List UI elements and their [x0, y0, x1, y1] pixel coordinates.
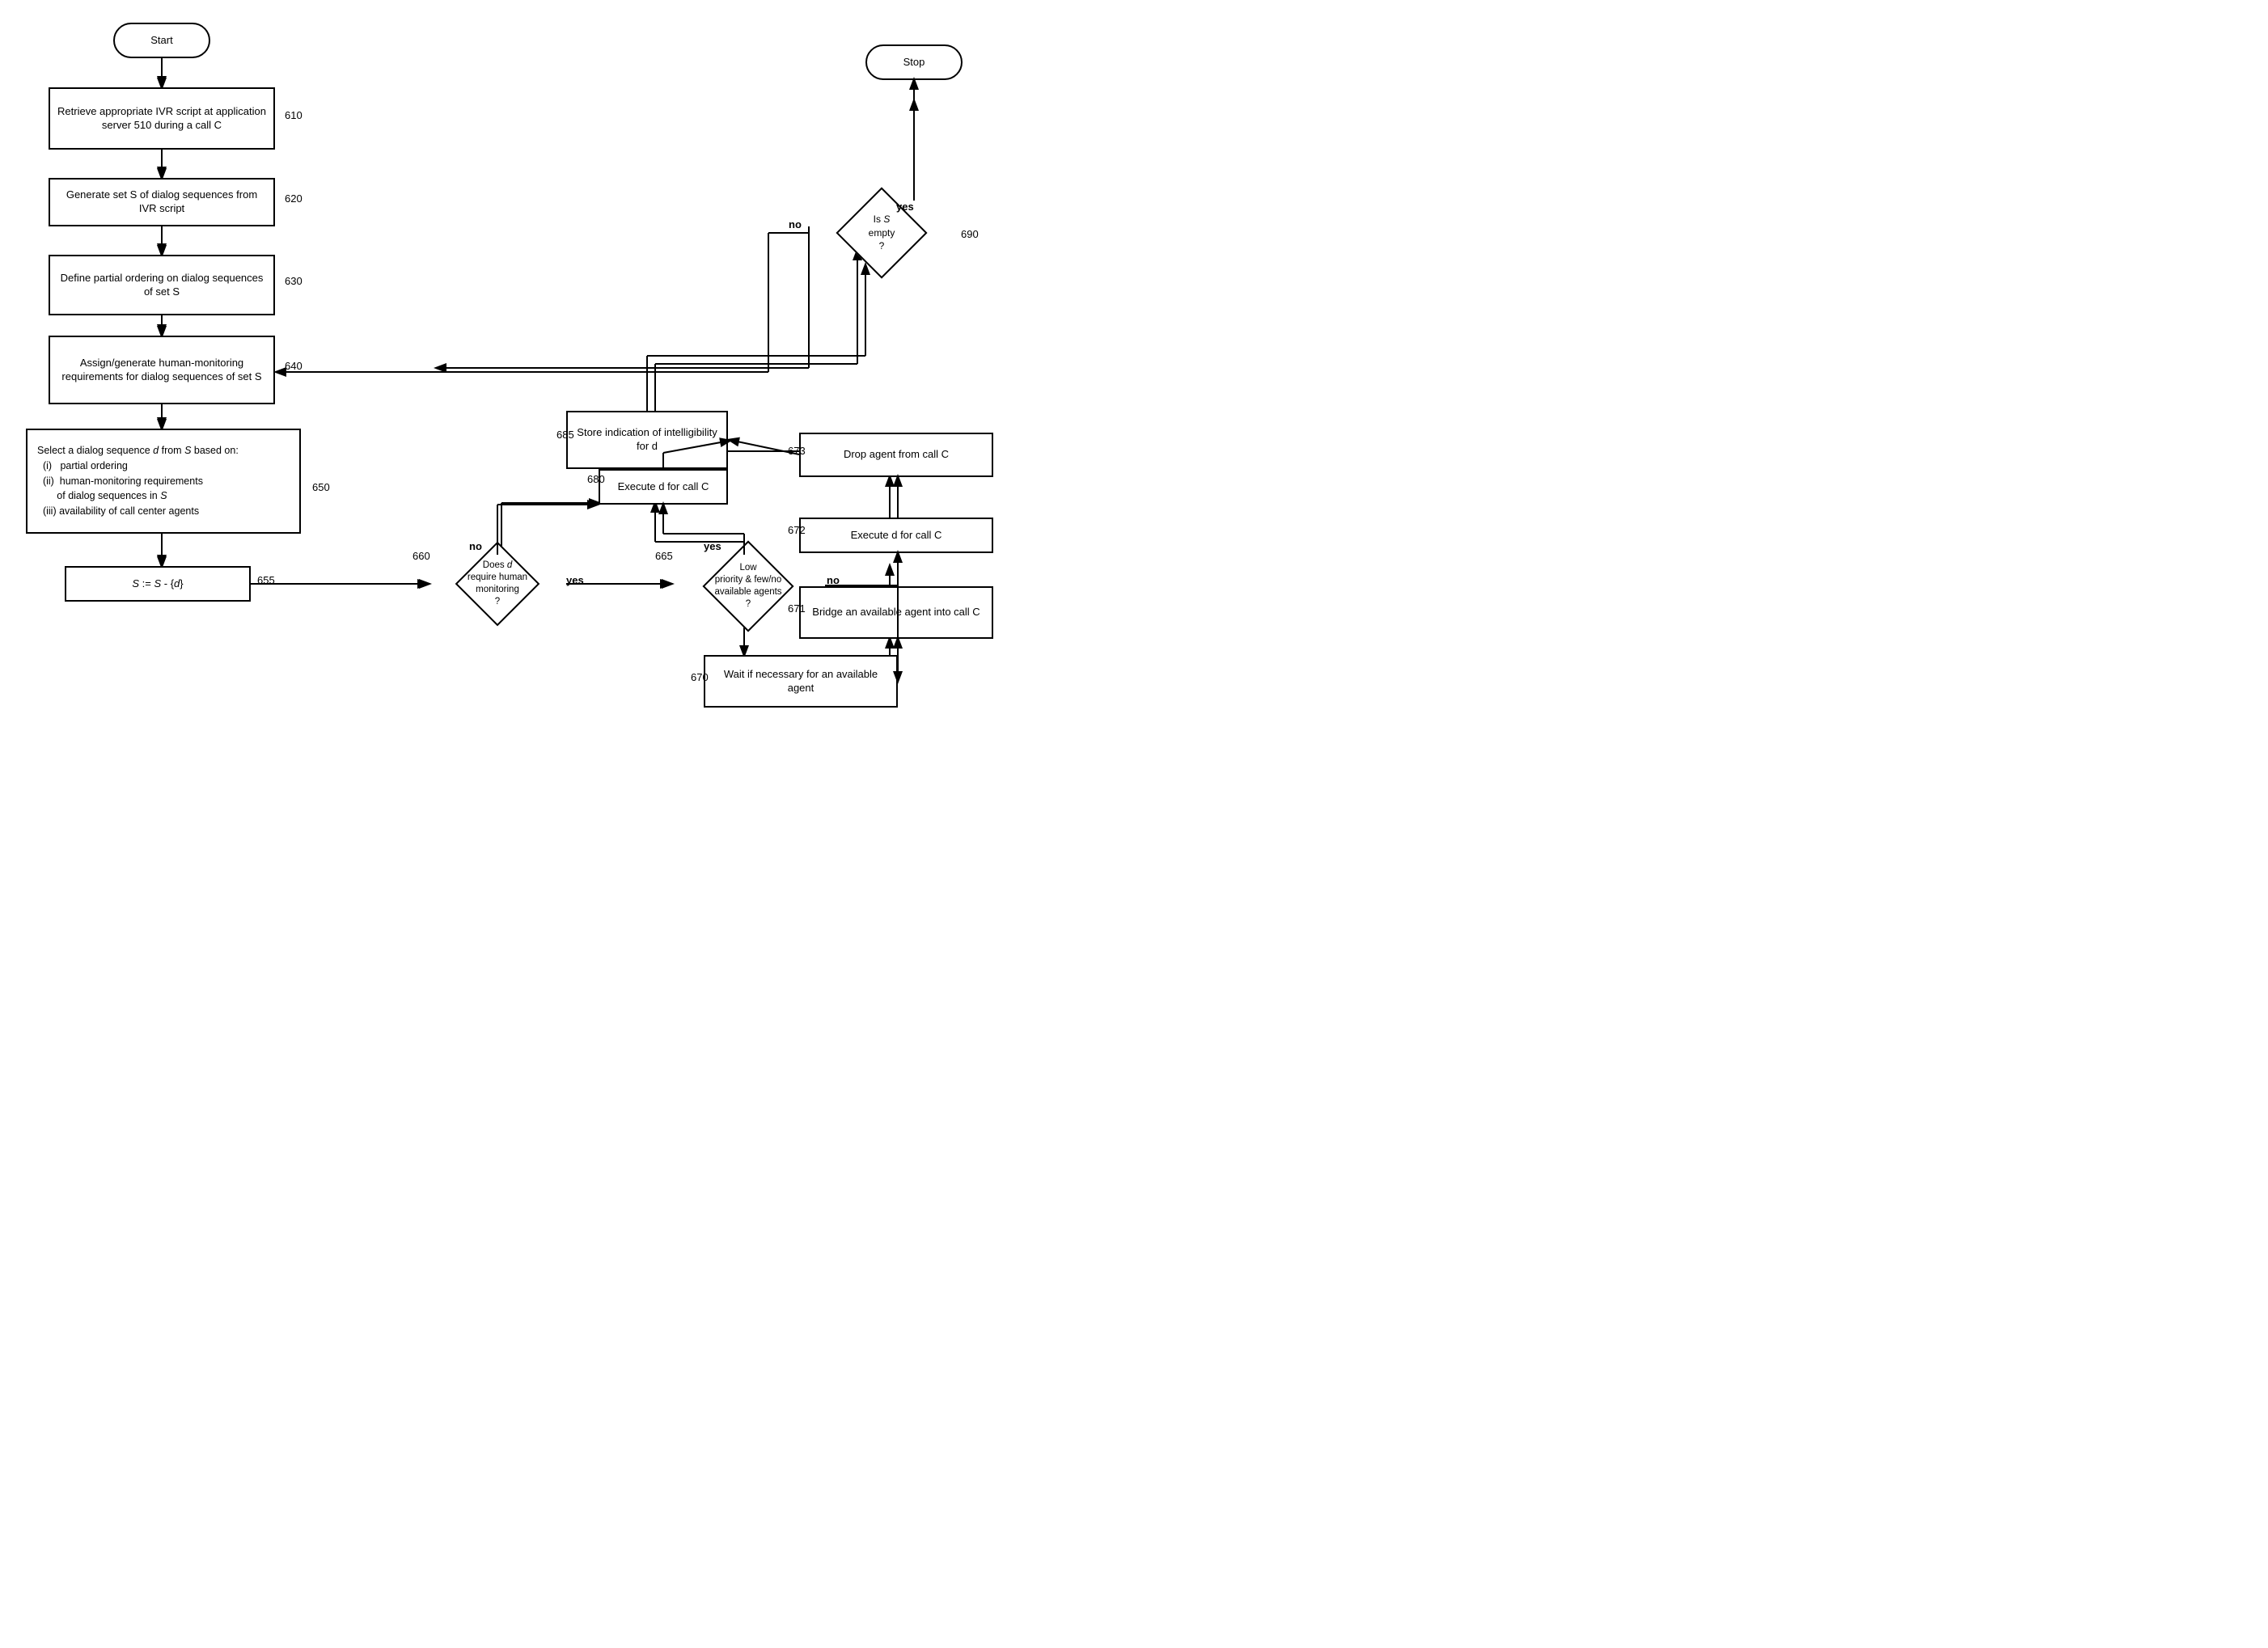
- label-650-ii: (ii) human-monitoring requirements: [37, 475, 203, 487]
- node-655: S := S - {d}: [65, 566, 251, 602]
- node-640: Assign/generate human-monitoring require…: [49, 336, 275, 404]
- label-620: Generate set S of dialog sequences from …: [50, 185, 273, 219]
- start-label: Start: [144, 31, 179, 51]
- label-680: Execute d for call C: [611, 477, 716, 497]
- ref-680: 680: [587, 473, 605, 485]
- label-660-yes: yes: [566, 574, 584, 586]
- ref-650: 650: [312, 481, 330, 493]
- label-670: Wait if necessary for an available agent: [705, 665, 896, 699]
- ref-690: 690: [961, 228, 979, 240]
- label-655: S := S - {d}: [125, 574, 189, 594]
- node-630: Define partial ordering on dialog sequen…: [49, 255, 275, 315]
- ref-673: 673: [788, 445, 806, 457]
- label-665-yes: yes: [704, 540, 721, 552]
- label-665-no: no: [827, 574, 840, 586]
- ref-630: 630: [285, 275, 303, 287]
- label-671: Bridge an available agent into call C: [806, 602, 986, 623]
- node-673: Drop agent from call C: [799, 433, 993, 477]
- label-650-main: Select a dialog sequence d from S based …: [37, 445, 239, 456]
- ref-620: 620: [285, 192, 303, 205]
- node-650: Select a dialog sequence d from S based …: [26, 429, 301, 534]
- ref-670: 670: [691, 671, 709, 683]
- node-670: Wait if necessary for an available agent: [704, 655, 898, 708]
- label-660: Does drequire humanmonitoring?: [468, 560, 527, 606]
- label-610: Retrieve appropriate IVR script at appli…: [50, 102, 273, 136]
- label-672: Execute d for call C: [844, 526, 949, 546]
- node-620: Generate set S of dialog sequences from …: [49, 178, 275, 226]
- label-660-no: no: [469, 540, 482, 552]
- label-690: Is Sempty?: [869, 213, 895, 252]
- ref-685: 685: [556, 429, 574, 441]
- label-673: Drop agent from call C: [837, 445, 955, 465]
- node-672: Execute d for call C: [799, 518, 993, 553]
- ref-672: 672: [788, 524, 806, 536]
- node-610: Retrieve appropriate IVR script at appli…: [49, 87, 275, 150]
- label-690-no: no: [789, 218, 802, 230]
- label-690-yes: yes: [896, 201, 914, 213]
- ref-640: 640: [285, 360, 303, 372]
- ref-660: 660: [413, 550, 430, 562]
- label-640: Assign/generate human-monitoring require…: [50, 353, 273, 387]
- start-node: Start: [113, 23, 210, 58]
- label-650-ii2: of dialog sequences in S: [37, 490, 167, 501]
- ref-610: 610: [285, 109, 303, 121]
- label-665: Lowpriority & few/noavailable agents?: [714, 563, 781, 609]
- label-650-i: (i) partial ordering: [37, 460, 128, 471]
- ref-665: 665: [655, 550, 673, 562]
- label-650-iii: (iii) availability of call center agents: [37, 505, 199, 517]
- stop-label: Stop: [897, 53, 932, 73]
- node-671: Bridge an available agent into call C: [799, 586, 993, 639]
- ref-655: 655: [257, 574, 275, 586]
- stop-node: Stop: [865, 44, 963, 80]
- node-685: Store indication of intelligibility for …: [566, 411, 728, 469]
- label-685: Store indication of intelligibility for …: [568, 423, 726, 457]
- label-630: Define partial ordering on dialog sequen…: [50, 268, 273, 302]
- flowchart: Start Stop Retrieve appropriate IVR scri…: [0, 0, 1134, 824]
- node-680: Execute d for call C: [599, 469, 728, 505]
